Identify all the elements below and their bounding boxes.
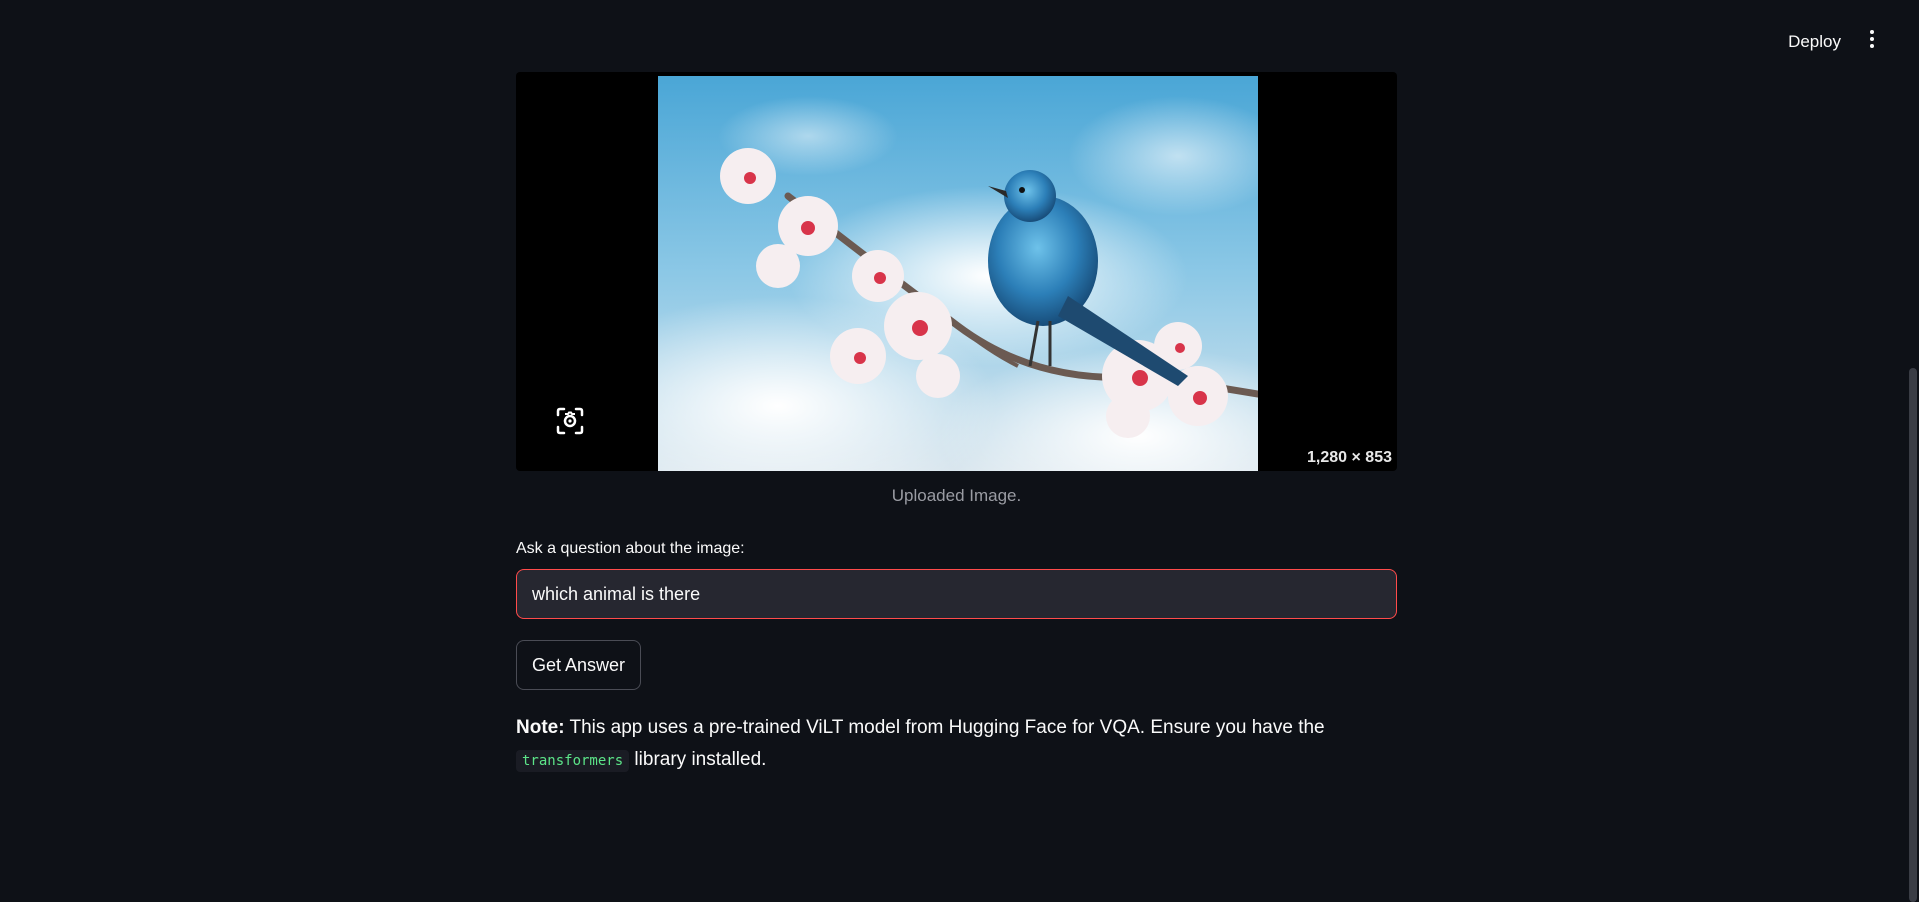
note-text-after: library installed. [629, 749, 767, 770]
more-vertical-icon[interactable] [1865, 30, 1879, 54]
scrollbar[interactable] [1909, 368, 1917, 902]
note-bold-label: Note: [516, 717, 565, 738]
image-viewer: 1,280 × 853 [516, 72, 1397, 471]
image-dimensions-label: 1,280 × 853 [1304, 447, 1395, 469]
get-answer-button[interactable]: Get Answer [516, 640, 642, 690]
main-content: 1,280 × 853 Uploaded Image. Ask a questi… [516, 72, 1397, 777]
note-text: Note: This app uses a pre-trained ViLT m… [516, 712, 1397, 777]
image-caption: Uploaded Image. [891, 486, 1022, 505]
uploaded-image [658, 76, 1258, 471]
note-text-before: This app uses a pre-trained ViLT model f… [564, 717, 1325, 738]
deploy-button[interactable]: Deploy [1780, 28, 1849, 56]
google-lens-icon[interactable] [554, 405, 586, 437]
question-input[interactable] [516, 569, 1397, 619]
question-label: Ask a question about the image: [516, 540, 745, 557]
code-transformers: transformers [516, 750, 630, 772]
